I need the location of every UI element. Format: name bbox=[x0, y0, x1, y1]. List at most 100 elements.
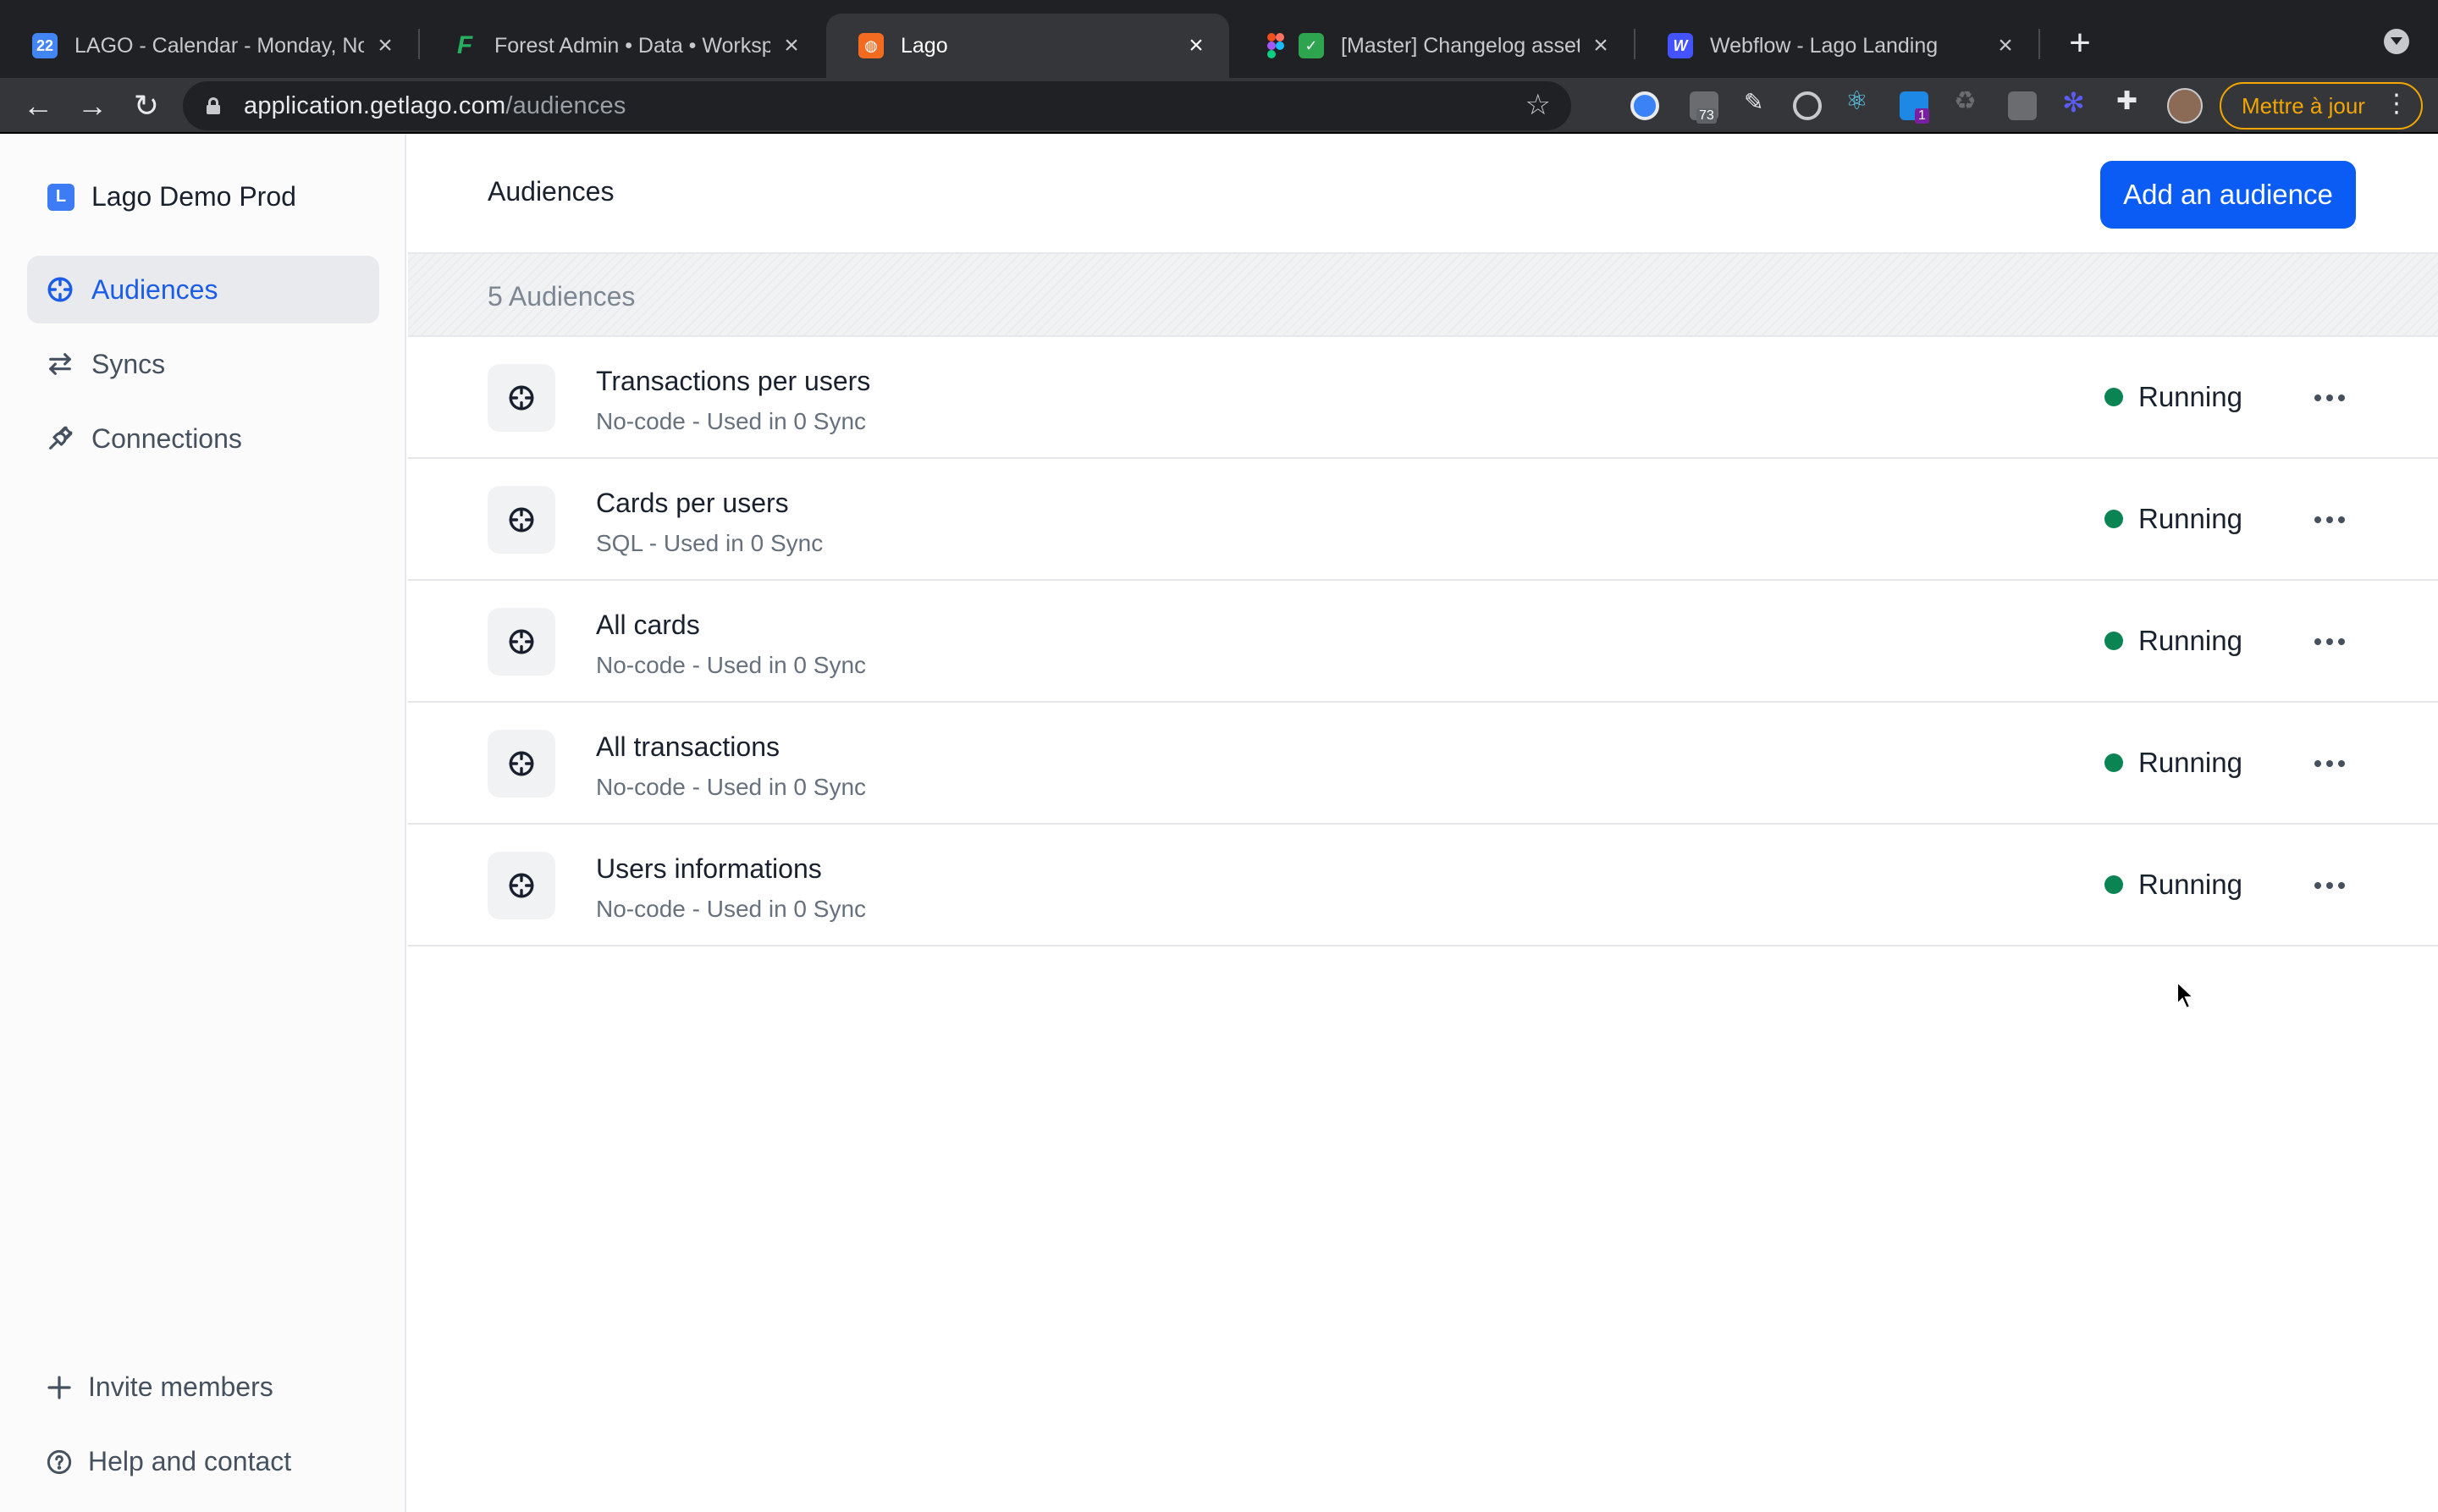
status-badge: Running bbox=[2104, 625, 2242, 657]
close-icon[interactable]: × bbox=[1993, 31, 2018, 60]
sidebar-item-connections[interactable]: Connections bbox=[27, 405, 379, 472]
audience-meta: No-code - Used in 0 Sync bbox=[596, 652, 867, 678]
list-header: 5 Audiences bbox=[408, 254, 2438, 337]
status-label: Running bbox=[2138, 869, 2242, 900]
browser-tab-forest-admin[interactable]: F Forest Admin • Data • Workspa × bbox=[420, 14, 825, 78]
crosshair-icon bbox=[488, 852, 555, 919]
help-circle-icon bbox=[47, 1449, 72, 1474]
url-text: application.getlago.com/audiences bbox=[244, 91, 626, 119]
status-badge: Running bbox=[2104, 381, 2242, 413]
status-badge: Running bbox=[2104, 869, 2242, 901]
audience-name: Cards per users bbox=[596, 488, 789, 518]
react-icon[interactable]: ⚛ bbox=[1845, 86, 1874, 115]
status-dot-icon bbox=[2104, 753, 2123, 772]
main-content: Audiences Add an audience 5 Audiences Tr… bbox=[408, 134, 2438, 1512]
crosshair-icon bbox=[488, 608, 555, 676]
puzzle-icon[interactable]: ✚ bbox=[2116, 86, 2145, 115]
help-contact-label: Help and contact bbox=[88, 1446, 292, 1476]
forward-arrow-icon[interactable]: → bbox=[68, 81, 117, 130]
sidebar-item-audiences[interactable]: Audiences bbox=[27, 256, 379, 323]
status-label: Running bbox=[2138, 625, 2242, 656]
sidebar-item-syncs[interactable]: Syncs bbox=[27, 330, 379, 398]
browser-tab-calendar[interactable]: 22 LAGO - Calendar - Monday, No × bbox=[0, 14, 418, 78]
tab-title: Lago bbox=[901, 33, 948, 58]
tab-divider bbox=[2038, 29, 2040, 59]
arrows-swap-icon bbox=[49, 353, 71, 375]
address-bar[interactable]: application.getlago.com/audiences ☆ bbox=[183, 81, 1571, 130]
audience-row[interactable]: Users informations No-code - Used in 0 Sy… bbox=[408, 825, 2438, 946]
back-arrow-icon[interactable]: ← bbox=[14, 81, 63, 130]
calendar-icon: 22 bbox=[32, 33, 58, 58]
status-label: Running bbox=[2138, 747, 2242, 778]
update-browser-button[interactable]: Mettre à jour ⋮ bbox=[2220, 82, 2423, 130]
recycle-icon[interactable]: ♻ bbox=[1954, 86, 1983, 115]
audience-row[interactable]: Transactions per users No-code - Used in … bbox=[408, 337, 2438, 459]
profile-avatar[interactable] bbox=[2167, 88, 2203, 124]
audience-meta: No-code - Used in 0 Sync bbox=[596, 408, 867, 434]
extension-icon[interactable] bbox=[2008, 91, 2037, 120]
crosshair-icon bbox=[47, 277, 73, 302]
kebab-menu-icon[interactable]: ⋮ bbox=[2384, 89, 2409, 119]
plus-icon bbox=[47, 1375, 71, 1399]
reload-icon[interactable]: ↻ bbox=[122, 81, 171, 130]
more-options-icon[interactable] bbox=[2304, 747, 2355, 781]
close-icon[interactable]: × bbox=[779, 31, 804, 60]
crosshair-icon bbox=[488, 486, 555, 554]
more-options-icon[interactable] bbox=[2304, 381, 2355, 415]
browser-tab-lago[interactable]: ◍ Lago × bbox=[826, 14, 1229, 78]
close-icon[interactable]: × bbox=[372, 31, 398, 60]
workspace-name: Lago Demo Prod bbox=[91, 181, 296, 212]
close-icon[interactable]: × bbox=[1588, 31, 1613, 60]
audience-row[interactable]: All cards No-code - Used in 0 Sync Running bbox=[408, 581, 2438, 703]
password-manager-icon[interactable] bbox=[1630, 91, 1659, 120]
extension-badge: 1 bbox=[1915, 108, 1929, 124]
status-badge: Running bbox=[2104, 503, 2242, 535]
lago-icon: ◍ bbox=[858, 33, 884, 58]
target-icon[interactable] bbox=[1793, 91, 1822, 120]
audience-name: Transactions per users bbox=[596, 366, 871, 396]
sidebar: L Lago Demo Prod Audiences Syncs Connect… bbox=[0, 134, 406, 1512]
sidebar-item-label: Syncs bbox=[91, 348, 166, 379]
crosshair-icon bbox=[488, 364, 555, 432]
more-options-icon[interactable] bbox=[2304, 869, 2355, 902]
workspace-logo: L bbox=[47, 183, 74, 211]
sidebar-item-label: Audiences bbox=[91, 273, 218, 305]
tab-title: LAGO - Calendar - Monday, No bbox=[74, 33, 364, 58]
audience-row[interactable]: Cards per users SQL - Used in 0 Sync Runni… bbox=[408, 459, 2438, 581]
add-audience-button[interactable]: Add an audience bbox=[2100, 161, 2356, 229]
forest-admin-icon: F bbox=[456, 31, 473, 59]
audience-count: 5 Audiences bbox=[488, 281, 636, 312]
lock-icon bbox=[207, 97, 220, 114]
tab-search-icon[interactable] bbox=[2384, 29, 2409, 54]
invite-members-link[interactable]: Invite members bbox=[46, 1371, 273, 1403]
more-options-icon[interactable] bbox=[2304, 503, 2355, 537]
crosshair-icon bbox=[488, 730, 555, 797]
browser-tab-figma[interactable]: ✓ [Master] Changelog assets × bbox=[1231, 14, 1634, 78]
tab-title: Webflow - Lago Landing bbox=[1710, 33, 1939, 58]
page-header: Audiences Add an audience bbox=[408, 134, 2438, 254]
tab-title: Forest Admin • Data • Workspa bbox=[494, 33, 770, 58]
audience-row[interactable]: All transactions No-code - Used in 0 Sync… bbox=[408, 703, 2438, 825]
status-dot-icon bbox=[2104, 388, 2123, 406]
status-label: Running bbox=[2138, 381, 2242, 412]
audience-name: All transactions bbox=[596, 731, 780, 762]
audience-meta: SQL - Used in 0 Sync bbox=[596, 530, 824, 556]
mouse-cursor-icon bbox=[2176, 980, 2196, 1010]
audience-meta: No-code - Used in 0 Sync bbox=[596, 896, 867, 922]
sidebar-item-label: Connections bbox=[91, 422, 242, 454]
status-label: Running bbox=[2138, 503, 2242, 534]
audience-name: All cards bbox=[596, 610, 700, 640]
pen-icon[interactable]: ✎ bbox=[1744, 88, 1773, 117]
workspace-switcher[interactable]: L Lago Demo Prod bbox=[47, 181, 296, 212]
new-tab-button[interactable]: + bbox=[2059, 22, 2101, 64]
status-dot-icon bbox=[2104, 510, 2123, 528]
browser-tab-strip: 22 LAGO - Calendar - Monday, No × F Fore… bbox=[0, 0, 2438, 78]
close-icon[interactable]: × bbox=[1183, 31, 1209, 60]
asterisk-icon[interactable]: ✻ bbox=[2062, 86, 2091, 118]
browser-tab-webflow[interactable]: W Webflow - Lago Landing × bbox=[1635, 14, 2038, 78]
help-contact-link[interactable]: Help and contact bbox=[46, 1446, 291, 1477]
webflow-icon: W bbox=[1668, 33, 1693, 58]
more-options-icon[interactable] bbox=[2304, 625, 2355, 659]
bookmark-star-icon[interactable]: ☆ bbox=[1525, 88, 1551, 122]
status-dot-icon bbox=[2104, 632, 2123, 650]
